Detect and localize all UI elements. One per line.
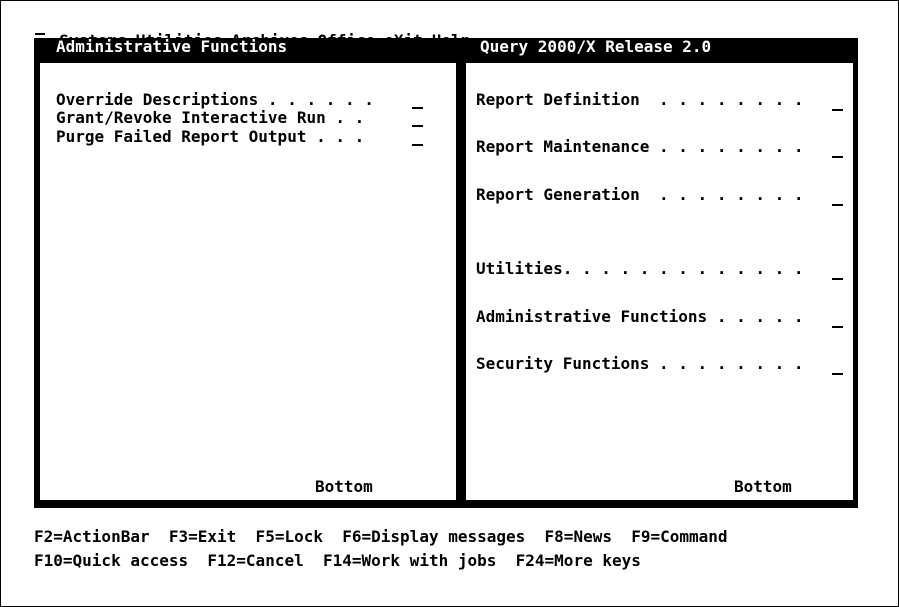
option-grant-revoke-interactive-run[interactable]: Grant/Revoke Interactive Run . . — [56, 109, 364, 127]
left-panel-title: Administrative Functions — [56, 37, 288, 56]
function-keys-line-2: F10=Quick access F12=Cancel F14=Work wit… — [34, 551, 641, 570]
option-input-report-definition[interactable] — [832, 109, 843, 111]
option-input-security-functions[interactable] — [832, 373, 843, 375]
right-panel: Report Definition . . . . . . . . Report… — [466, 63, 853, 500]
option-security-functions[interactable]: Security Functions . . . . . . . . — [476, 355, 804, 373]
option-input-administrative-functions[interactable] — [832, 326, 843, 328]
option-purge-failed-report-output[interactable]: Purge Failed Report Output . . . — [56, 128, 364, 146]
function-keys-line-1: F2=ActionBar F3=Exit F5=Lock F6=Display … — [34, 527, 728, 546]
option-input-utilities[interactable] — [832, 278, 843, 280]
option-report-definition[interactable]: Report Definition . . . . . . . . — [476, 91, 804, 109]
option-input-override-descriptions[interactable] — [412, 107, 423, 109]
option-report-generation[interactable]: Report Generation . . . . . . . . — [476, 186, 804, 204]
option-administrative-functions[interactable]: Administrative Functions . . . . . — [476, 308, 804, 326]
right-panel-title: Query 2000/X Release 2.0 — [480, 37, 712, 56]
option-input-report-maintenance[interactable] — [832, 156, 843, 158]
option-input-purge-failed[interactable] — [412, 144, 423, 146]
option-report-maintenance[interactable]: Report Maintenance . . . . . . . . — [476, 138, 804, 156]
cursor — [35, 33, 45, 35]
option-input-grant-revoke[interactable] — [412, 125, 423, 127]
option-utilities[interactable]: Utilities. . . . . . . . . . . . . — [476, 260, 804, 278]
option-input-report-generation[interactable] — [832, 204, 843, 206]
left-panel-bottom-indicator: Bottom — [315, 477, 373, 496]
right-panel-bottom-indicator: Bottom — [734, 477, 792, 496]
left-panel: Override Descriptions . . . . . . Grant/… — [40, 63, 456, 500]
option-override-descriptions[interactable]: Override Descriptions . . . . . . — [56, 91, 374, 109]
